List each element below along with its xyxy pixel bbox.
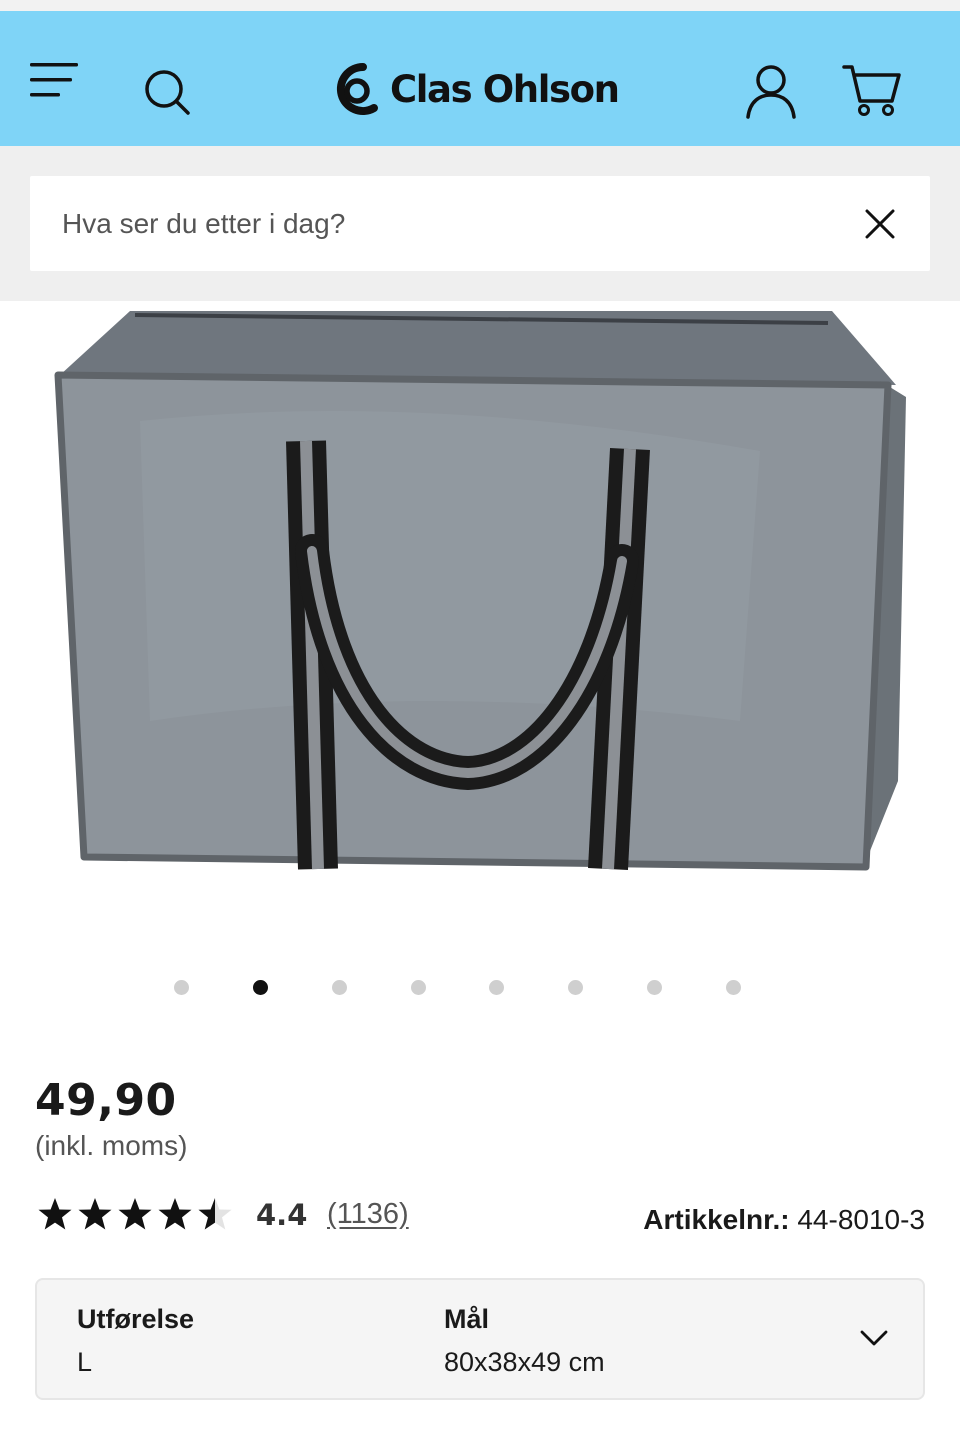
cart-icon[interactable] xyxy=(842,63,904,117)
carousel-dot[interactable] xyxy=(726,980,741,995)
carousel-dot[interactable] xyxy=(411,980,426,995)
variant-option-version: Utførelse L xyxy=(77,1304,194,1378)
site-header: Clas Ohlson xyxy=(0,11,960,146)
article-number: Artikkelnr.: 44-8010-3 xyxy=(643,1204,925,1236)
variant-value: L xyxy=(77,1347,93,1377)
star-icon xyxy=(78,1198,112,1230)
carousel-dot[interactable] xyxy=(647,980,662,995)
search-box xyxy=(30,176,930,271)
article-number-value: 44-8010-3 xyxy=(797,1204,925,1235)
bag-sheen xyxy=(140,411,760,721)
search-input[interactable] xyxy=(62,176,842,271)
logo-mark-icon xyxy=(336,62,378,115)
vat-note: (inkl. moms) xyxy=(35,1130,188,1161)
variant-selector[interactable]: Utførelse L Mål 80x38x49 cm xyxy=(35,1278,925,1400)
search-bar xyxy=(0,146,960,301)
half-star-icon xyxy=(198,1198,232,1230)
review-count-link[interactable]: (1136) xyxy=(327,1198,409,1231)
account-icon[interactable] xyxy=(744,63,798,119)
variant-value: 80x38x49 cm xyxy=(444,1347,605,1377)
menu-icon[interactable] xyxy=(28,61,82,101)
image-carousel-indicator xyxy=(0,978,960,998)
star-icon xyxy=(38,1198,72,1230)
variant-option-size: Mål 80x38x49 cm xyxy=(444,1304,605,1378)
brand-name: Clas Ohlson xyxy=(390,67,620,111)
carousel-dot[interactable] xyxy=(489,980,504,995)
product-price: 49,90 xyxy=(35,1075,177,1126)
product-image[interactable] xyxy=(0,301,960,941)
carousel-dot[interactable] xyxy=(174,980,189,995)
chevron-down-icon[interactable] xyxy=(859,1328,889,1348)
clas-ohlson-logo[interactable]: Clas Ohlson xyxy=(330,55,620,123)
variant-label: Utførelse xyxy=(77,1304,195,1334)
status-strip xyxy=(0,0,960,11)
carousel-dot[interactable] xyxy=(332,980,347,995)
rating-value: 4.4 xyxy=(256,1198,308,1232)
search-icon[interactable] xyxy=(142,67,192,117)
rating-stars xyxy=(36,1197,238,1231)
variant-label: Mål xyxy=(444,1304,490,1334)
carousel-dot-active[interactable] xyxy=(253,980,268,995)
carousel-dot[interactable] xyxy=(568,980,583,995)
star-icon xyxy=(158,1198,192,1230)
close-icon[interactable] xyxy=(864,208,896,240)
star-icon xyxy=(118,1198,152,1230)
article-number-label: Artikkelnr.: xyxy=(643,1204,790,1235)
